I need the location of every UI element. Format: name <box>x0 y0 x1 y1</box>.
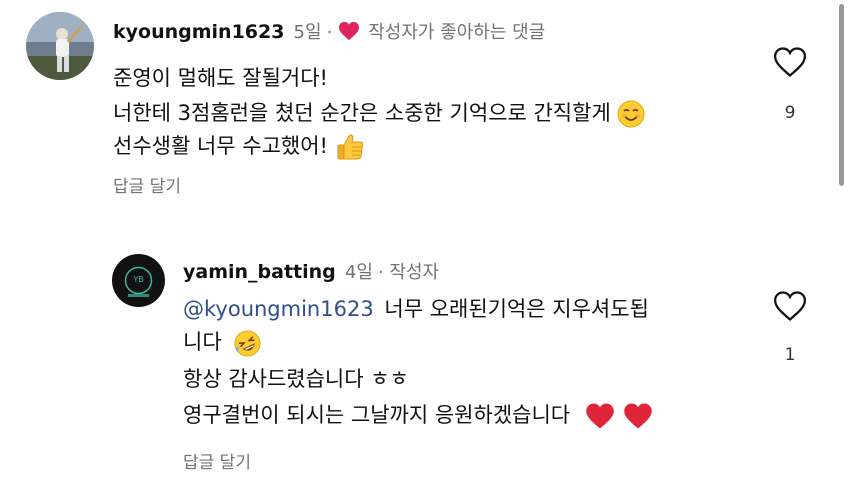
avatar-photo <box>26 12 94 80</box>
separator: · <box>377 262 390 283</box>
username[interactable]: kyoungmin1623 <box>113 21 284 43</box>
red-heart-emoji <box>624 403 653 429</box>
rofl-emoji <box>234 329 261 357</box>
comment-text: 너한테 3점홈런을 쳤던 순간은 소중한 기억으로 간직할게 <box>113 101 611 125</box>
comment-text: 영구결번이 되시는 그날까지 응원하겠습니다 <box>183 403 571 427</box>
like-count: 9 <box>784 103 796 123</box>
heart-filled-icon <box>339 21 360 41</box>
comment-text-line: 준영이 멀해도 잘될거다! <box>113 66 328 90</box>
comment-text: 선수생활 너무 수고했어! <box>113 134 328 158</box>
comment-text: 너무 오래된기억은 지우셔도됩 <box>384 297 649 321</box>
comment-header: yamin_batting 4일 · 작성자 <box>183 258 439 284</box>
avatar-logo: YB <box>112 254 165 307</box>
comment-text-line: 항상 감사드렸습니다 ㅎㅎ <box>183 367 409 391</box>
heart-outline-icon[interactable] <box>773 46 807 78</box>
comment-text-line: 선수생활 너무 수고했어! <box>113 130 365 162</box>
timestamp: 5일 <box>293 22 322 43</box>
reply-button[interactable]: 답글 달기 <box>183 448 251 473</box>
reply-comment-item: YB yamin_batting 4일 · 작성자 @kyoungmin1623… <box>0 240 850 483</box>
avatar[interactable]: YB <box>112 254 165 307</box>
svg-text:YB: YB <box>132 275 143 284</box>
reply-button[interactable]: 답글 달기 <box>113 172 181 197</box>
liked-by-author-label: 작성자가 좋아하는 댓글 <box>368 22 546 43</box>
comment-text-line: 너한테 3점홈런을 쳤던 순간은 소중한 기억으로 간직할게 <box>113 97 645 128</box>
like-count: 1 <box>784 345 796 365</box>
comment-text-line: 니다 <box>183 326 261 357</box>
comment-item: kyoungmin1623 5일 · 작성자가 좋아하는 댓글 준영이 멀해도 … <box>0 0 850 200</box>
comment-text-line: @kyoungmin1623 너무 오래된기억은 지우셔도됩 <box>183 293 649 323</box>
author-badge: 작성자 <box>389 262 440 283</box>
smiling-face-emoji <box>617 100 645 128</box>
heart-outline-icon[interactable] <box>773 290 807 322</box>
comment-header: kyoungmin1623 5일 · 작성자가 좋아하는 댓글 <box>113 18 545 44</box>
avatar[interactable] <box>26 12 94 80</box>
comment-text-line: 영구결번이 되시는 그날까지 응원하겠습니다 <box>183 399 653 430</box>
red-heart-emoji <box>586 403 614 429</box>
comment-text: 니다 <box>183 330 222 354</box>
thumbs-up-emoji <box>337 134 363 160</box>
separator: · <box>326 22 339 43</box>
username[interactable]: yamin_batting <box>183 261 336 283</box>
mention-link[interactable]: @kyoungmin1623 <box>183 297 374 321</box>
timestamp: 4일 <box>344 262 373 283</box>
